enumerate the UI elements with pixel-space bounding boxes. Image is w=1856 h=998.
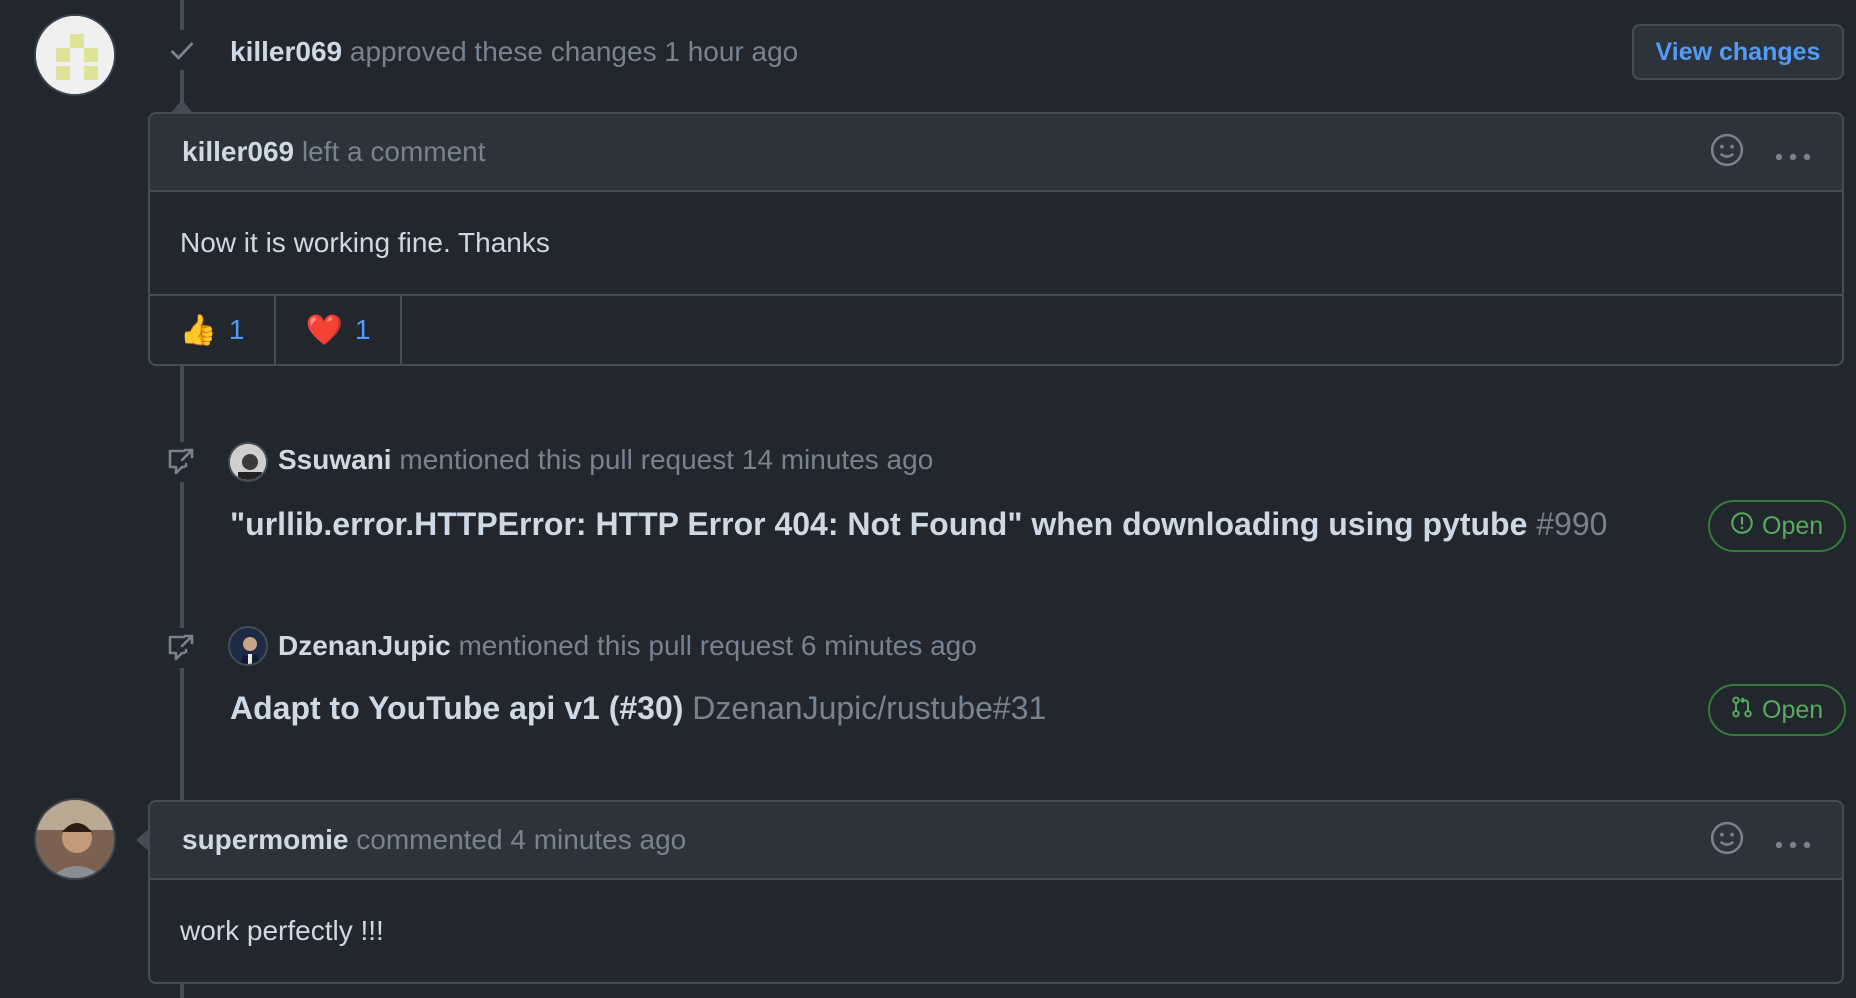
view-changes-button[interactable]: View changes [1632,24,1844,80]
state-label: Open [1762,511,1824,540]
comment-card-supermomie: supermomie commented 4 minutes ago work … [136,800,1844,984]
thumbs-up-icon: 👍 [179,313,217,347]
smiley-icon[interactable] [1710,821,1744,862]
comment-author[interactable]: supermomie [182,824,349,856]
comment-body: Now it is working fine. Thanks [180,227,550,258]
comment-time[interactable]: 4 minutes ago [510,824,686,856]
smiley-icon[interactable] [1710,133,1744,174]
cross-reference-icon [162,628,202,668]
avatar-supermomie[interactable] [34,798,116,880]
pr-timeline: killer069 approved these changes 1 hour … [0,0,1856,998]
issue-open-icon [1730,511,1754,542]
heart-icon: ❤️ [305,313,343,347]
reference-link[interactable]: Adapt to YouTube api v1 (#30) DzenanJupi… [230,688,1046,728]
reference-number[interactable]: #990 [1536,506,1607,542]
mention-event-text: DzenanJupic mentioned this pull request … [278,628,977,664]
mention-time[interactable]: 6 minutes ago [801,630,977,661]
mention-action: mentioned this pull request [458,630,794,661]
comment-caret [136,828,150,852]
reference-title[interactable]: Adapt to YouTube api v1 (#30) [230,690,683,726]
review-time[interactable]: 1 hour ago [664,36,798,67]
mention-event-text: Ssuwani mentioned this pull request 14 m… [278,442,933,478]
kebab-menu-icon[interactable] [1774,825,1812,857]
avatar-killer069[interactable] [34,14,116,96]
mention-author[interactable]: DzenanJupic [278,630,451,661]
review-action: approved these changes [349,36,657,67]
state-badge-open: Open [1708,684,1846,736]
check-icon [162,30,202,70]
avatar-ssuwani[interactable] [228,442,268,482]
comment-caret [170,100,194,114]
comment-header: supermomie commented 4 minutes ago [150,802,1842,880]
reaction-heart[interactable]: ❤️ 1 [276,296,402,364]
reactions-bar: 👍 1 ❤️ 1 [150,294,1842,364]
kebab-menu-icon[interactable] [1774,137,1812,169]
reference-link[interactable]: "urllib.error.HTTPError: HTTP Error 404:… [230,504,1607,544]
reaction-count: 1 [228,314,245,345]
reaction-thumbs-up[interactable]: 👍 1 [150,296,276,364]
cross-reference-icon [162,442,202,482]
comment-body: work perfectly !!! [180,915,384,946]
review-author[interactable]: killer069 [230,36,342,67]
comment-header: killer069 left a comment [150,114,1842,192]
state-badge-open: Open [1708,500,1846,552]
comment-author[interactable]: killer069 [182,136,294,168]
reference-title[interactable]: "urllib.error.HTTPError: HTTP Error 404:… [230,506,1527,542]
state-label: Open [1762,695,1824,724]
comment-action: commented [356,824,503,855]
mention-author[interactable]: Ssuwani [278,444,392,475]
reference-number[interactable]: DzenanJupic/rustube#31 [692,690,1046,726]
comment-action: left a comment [301,136,486,167]
review-event-text: killer069 approved these changes 1 hour … [230,34,798,70]
pull-request-icon [1730,695,1754,726]
comment-card-killer069: killer069 left a comment Now it is worki… [148,100,1844,366]
reaction-count: 1 [354,314,371,345]
avatar-dzenanjupic[interactable] [228,626,268,666]
mention-action: mentioned this pull request [399,444,735,475]
mention-time[interactable]: 14 minutes ago [742,444,933,475]
